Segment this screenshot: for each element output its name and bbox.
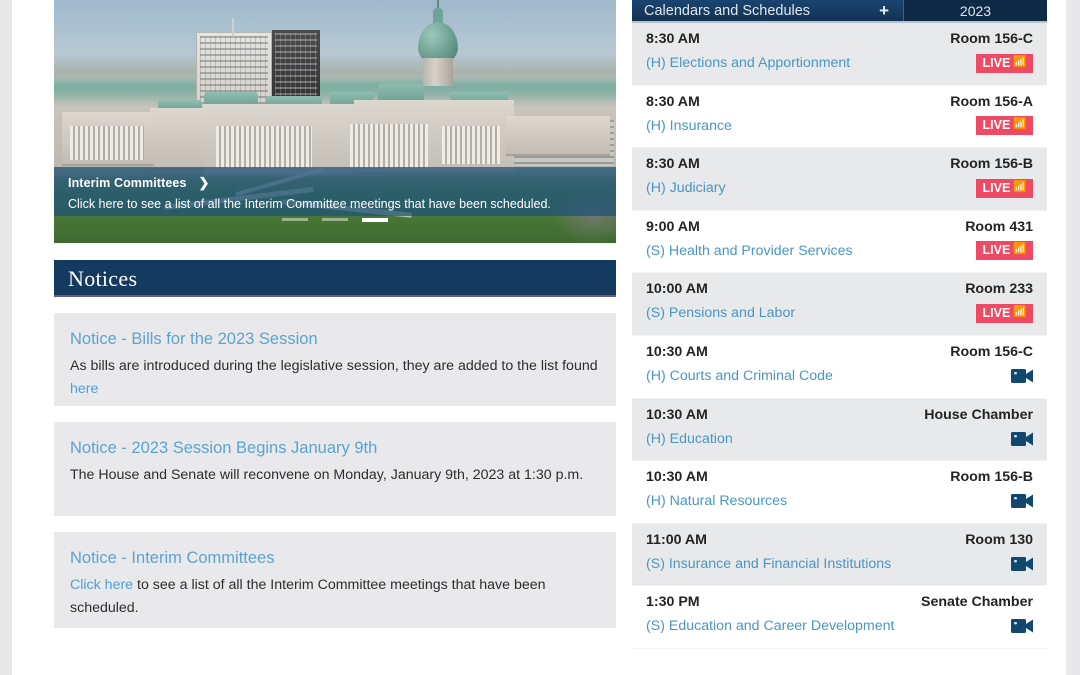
meeting-room: Room 156-C: [950, 343, 1033, 360]
meeting-room: House Chamber: [924, 406, 1033, 423]
calendar-row[interactable]: 9:00 AM (S) Health and Provider Services R…: [632, 210, 1047, 274]
meeting-status[interactable]: LIVE 📶: [975, 52, 1033, 74]
committee-link[interactable]: (H) Education: [646, 428, 1033, 450]
page-root: Interim Committees ❯ Click here to see a…: [0, 0, 1080, 675]
live-badge[interactable]: LIVE 📶: [975, 241, 1033, 261]
notice-body-text: The House and Senate will reconvene on M…: [70, 467, 584, 483]
hero-caption[interactable]: Interim Committees ❯ Click here to see a…: [54, 167, 616, 216]
broadcast-wave-icon: 📶: [1013, 118, 1027, 131]
carousel-dot-1[interactable]: [282, 218, 308, 221]
meeting-room: Room 130: [965, 531, 1033, 548]
meeting-status[interactable]: [1011, 428, 1033, 450]
committee-link[interactable]: (H) Natural Resources: [646, 490, 1033, 512]
hero-caption-title-row: Interim Committees ❯: [68, 175, 602, 191]
calendar-year-label: 2023: [959, 2, 992, 19]
meeting-room: Room 233: [965, 281, 1033, 298]
meeting-status[interactable]: LIVE 📶: [975, 302, 1033, 324]
calendars-and-schedules-panel: Calendars and Schedules + 2023 8:30 AM (H…: [632, 0, 1047, 675]
calendar-row[interactable]: 11:00 AM (S) Insurance and Financial Inst…: [632, 523, 1047, 587]
meeting-status[interactable]: LIVE 📶: [975, 177, 1033, 199]
meeting-status[interactable]: [1011, 615, 1033, 637]
video-camera-icon[interactable]: [1011, 556, 1033, 572]
calendar-row[interactable]: 10:30 AM (H) Education House Chamber: [632, 398, 1047, 462]
notice-title[interactable]: Notice - Bills for the 2023 Session: [70, 329, 600, 349]
hero-caption-text: Click here to see a list of all the Inte…: [68, 197, 551, 211]
left-column: Interim Committees ❯ Click here to see a…: [54, 0, 616, 675]
video-camera-icon[interactable]: [1011, 618, 1033, 634]
live-badge-label: LIVE: [982, 305, 1011, 320]
meeting-room: Room 156-B: [950, 156, 1033, 173]
calendar-row[interactable]: 8:30 AM (H) Elections and Apportionment Ro…: [632, 23, 1047, 86]
video-camera-icon[interactable]: [1011, 431, 1033, 447]
live-badge[interactable]: LIVE 📶: [975, 116, 1033, 136]
live-badge-label: LIVE: [982, 180, 1011, 195]
live-badge-label: LIVE: [982, 118, 1011, 133]
notice-body-text: to see a list of all the Interim Committ…: [70, 577, 546, 616]
calendar-row[interactable]: 10:30 AM (H) Natural Resources Room 156-B: [632, 461, 1047, 524]
notice-inline-link[interactable]: here: [70, 381, 98, 397]
video-camera-icon[interactable]: [1011, 368, 1033, 384]
calendar-row[interactable]: 8:30 AM (H) Insurance Room 156-A LIVE 📶: [632, 85, 1047, 149]
broadcast-wave-icon: 📶: [1013, 55, 1027, 68]
carousel-dot-3[interactable]: [362, 218, 388, 222]
notice-card[interactable]: Notice - Bills for the 2023 Session As b…: [54, 313, 616, 406]
meeting-status[interactable]: [1011, 365, 1033, 387]
live-badge-label: LIVE: [982, 55, 1011, 70]
carousel-indicators[interactable]: [54, 218, 616, 222]
notice-body: As bills are introduced during the legis…: [70, 355, 600, 401]
meeting-room: Senate Chamber: [921, 594, 1033, 611]
notices-section-title: Notices: [54, 260, 616, 297]
notice-body-text: As bills are introduced during the legis…: [70, 358, 598, 374]
broadcast-wave-icon: 📶: [1013, 180, 1027, 193]
video-camera-icon[interactable]: [1011, 493, 1033, 509]
meeting-status[interactable]: LIVE 📶: [975, 115, 1033, 137]
antenna-mast: [232, 18, 234, 36]
content-sheet: Interim Committees ❯ Click here to see a…: [12, 0, 1066, 675]
notice-card[interactable]: Notice - Interim Committees Click here t…: [54, 532, 616, 628]
committee-link[interactable]: (H) Courts and Criminal Code: [646, 365, 1033, 387]
live-badge-label: LIVE: [982, 243, 1011, 258]
plus-icon[interactable]: +: [879, 1, 889, 21]
meeting-room: Room 431: [965, 218, 1033, 235]
notice-title[interactable]: Notice - Interim Committees: [70, 548, 600, 568]
meeting-status[interactable]: [1011, 553, 1033, 575]
calendar-row[interactable]: 1:30 PM (S) Education and Career Developm…: [632, 586, 1047, 649]
carousel-dot-2[interactable]: [322, 218, 348, 221]
live-badge[interactable]: LIVE 📶: [975, 178, 1033, 198]
calendar-row[interactable]: 10:00 AM (S) Pensions and Labor Room 233 LI…: [632, 273, 1047, 336]
hero-caption-title: Interim Committees: [68, 176, 187, 190]
broadcast-wave-icon: 📶: [1013, 243, 1027, 256]
live-badge[interactable]: LIVE 📶: [975, 303, 1033, 323]
calendar-year-selector[interactable]: 2023: [904, 0, 1047, 21]
calendar-header-title: Calendars and Schedules: [644, 2, 811, 19]
notice-title[interactable]: Notice - 2023 Session Begins January 9th: [70, 438, 600, 458]
notice-body: Click here to see a list of all the Inte…: [70, 574, 600, 620]
calendar-rows: 8:30 AM (H) Elections and Apportionment Ro…: [632, 23, 1047, 649]
broadcast-wave-icon: 📶: [1013, 305, 1027, 318]
calendar-header: Calendars and Schedules + 2023: [632, 0, 1047, 23]
live-badge[interactable]: LIVE 📶: [975, 53, 1033, 73]
committee-link[interactable]: (S) Education and Career Development: [646, 615, 1033, 637]
calendar-row[interactable]: 8:30 AM (H) Judiciary Room 156-B LIVE 📶: [632, 148, 1047, 211]
statehouse-dome: [410, 0, 466, 90]
meeting-room: Room 156-B: [950, 469, 1033, 486]
meeting-room: Room 156-A: [950, 93, 1033, 110]
calendar-header-title-area[interactable]: Calendars and Schedules +: [632, 0, 904, 21]
meeting-status[interactable]: LIVE 📶: [975, 240, 1033, 262]
meeting-status[interactable]: [1011, 490, 1033, 512]
committee-link[interactable]: (S) Insurance and Financial Institutions: [646, 553, 1033, 575]
notice-body: The House and Senate will reconvene on M…: [70, 464, 600, 487]
notice-inline-link[interactable]: Click here: [70, 577, 133, 593]
meeting-room: Room 156-C: [950, 31, 1033, 47]
chevron-right-icon[interactable]: ❯: [199, 175, 210, 191]
notice-card[interactable]: Notice - 2023 Session Begins January 9th…: [54, 422, 616, 516]
calendar-row[interactable]: 10:30 AM (H) Courts and Criminal Code Room…: [632, 335, 1047, 399]
hero-carousel[interactable]: Interim Committees ❯ Click here to see a…: [54, 0, 616, 243]
